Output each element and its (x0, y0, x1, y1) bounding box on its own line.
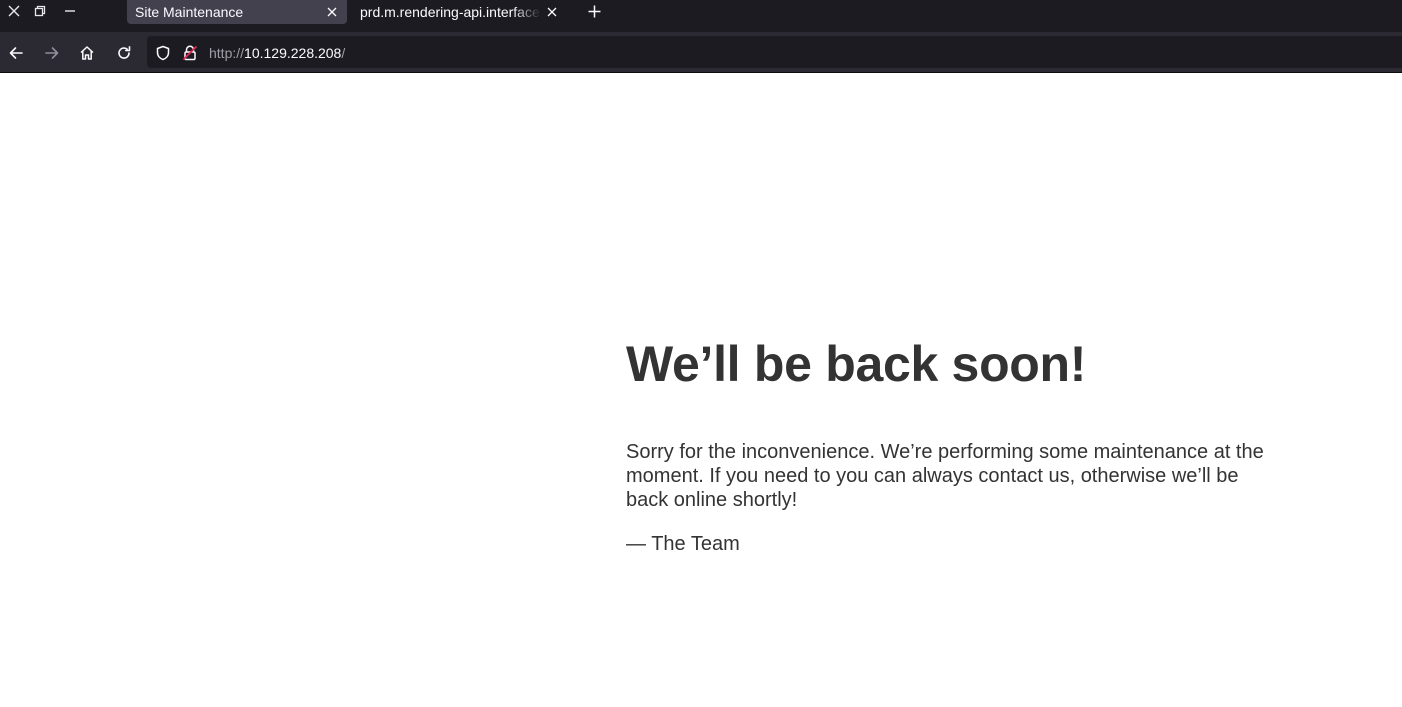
forward-button[interactable] (39, 40, 65, 66)
url-host: 10.129.228.208 (244, 45, 342, 61)
close-window-button[interactable] (0, 0, 28, 22)
page-heading: We’ll be back soon! (626, 336, 1087, 392)
arrow-left-icon (8, 45, 24, 61)
lock-insecure-icon[interactable] (181, 44, 199, 62)
url-text[interactable]: http://10.129.228.208/ (209, 44, 345, 62)
address-bar[interactable]: http://10.129.228.208/ (147, 36, 1402, 68)
home-button[interactable] (74, 40, 100, 66)
maintenance-article: We’ll be back soon! Sorry for the inconv… (626, 336, 1276, 556)
restore-icon (34, 5, 46, 17)
tab-site-maintenance[interactable]: Site Maintenance (127, 0, 347, 24)
minimize-icon (64, 5, 76, 17)
close-icon (327, 7, 337, 17)
tab-strip: Site Maintenance prd.m.rendering-api.int… (0, 0, 1402, 32)
navigation-toolbar: http://10.129.228.208/ (0, 32, 1402, 73)
arrow-right-icon (44, 45, 60, 61)
maintenance-message: Sorry for the inconvenience. We’re perfo… (626, 441, 1264, 511)
plus-icon (588, 5, 601, 18)
close-icon (547, 7, 557, 17)
tab-rendering-api[interactable]: prd.m.rendering-api.interface.htb (352, 0, 567, 24)
url-path: / (341, 45, 346, 61)
back-button[interactable] (3, 40, 29, 66)
home-icon (79, 45, 95, 61)
reload-button[interactable] (111, 40, 137, 66)
tab-title: prd.m.rendering-api.interface.htb (360, 4, 541, 20)
url-scheme: http:// (209, 45, 245, 61)
tab-close-button[interactable] (541, 1, 563, 23)
tab-close-button[interactable] (321, 1, 343, 23)
reload-icon (116, 45, 132, 61)
minimize-window-button[interactable] (56, 0, 84, 22)
page-viewport: We’ll be back soon! Sorry for the inconv… (0, 73, 1402, 707)
signature: — The Team (626, 533, 740, 555)
new-tab-button[interactable] (582, 0, 606, 22)
restore-window-button[interactable] (26, 0, 54, 22)
tab-title: Site Maintenance (135, 4, 244, 20)
close-icon (8, 5, 20, 17)
shield-icon[interactable] (154, 44, 172, 62)
